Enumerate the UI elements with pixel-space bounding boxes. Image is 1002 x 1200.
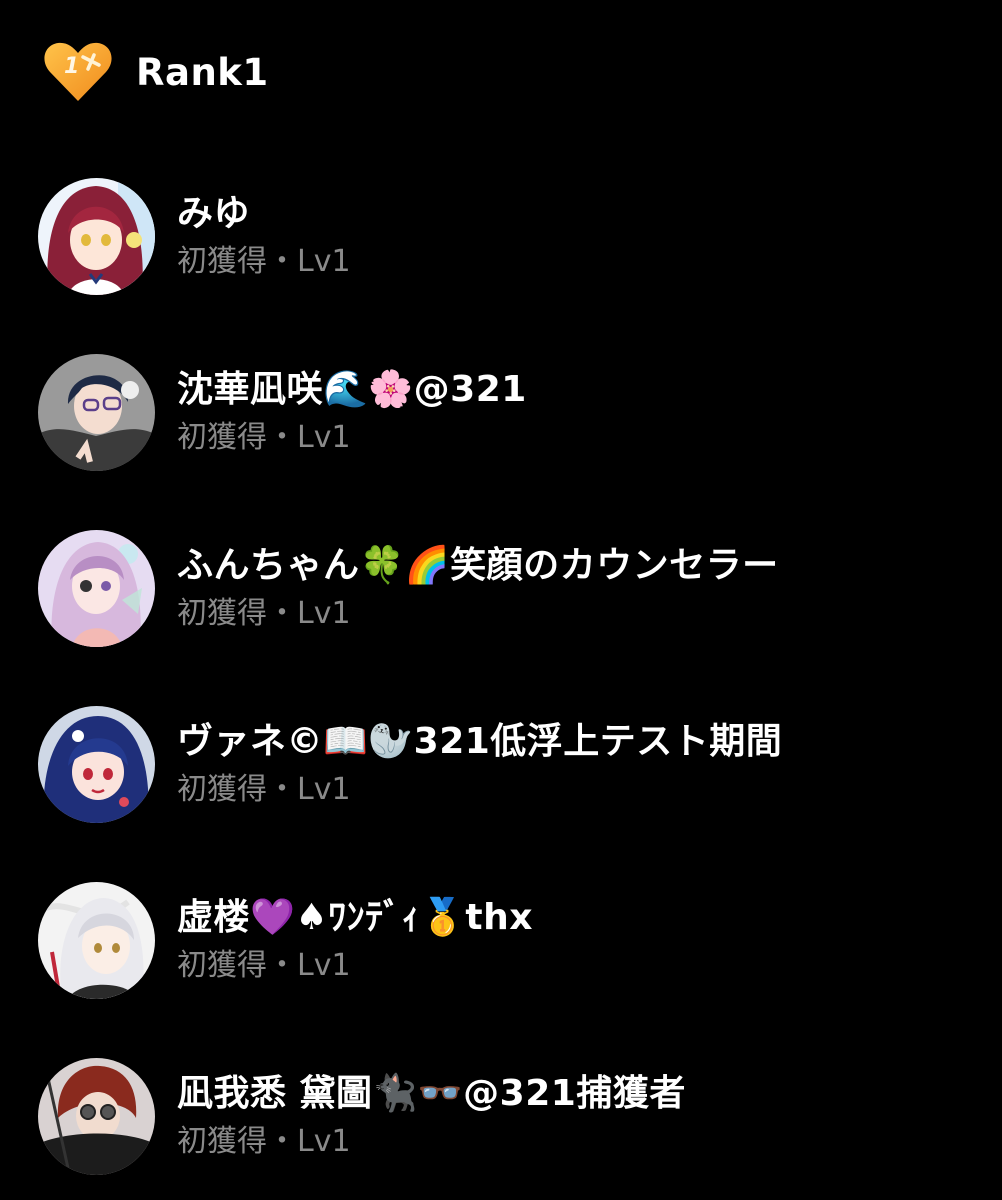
- user-acquisition-level: 初獲得・Lv1: [177, 420, 351, 455]
- avatar[interactable]: [38, 1057, 155, 1175]
- avatar[interactable]: [38, 529, 155, 647]
- anime-girl-navy-hair-avatar: [38, 705, 155, 823]
- anime-boy-dark-hair-glasses-avatar: [38, 353, 155, 471]
- user-name: みゆ: [177, 193, 251, 234]
- list-item[interactable]: みゆ 初獲得・Lv1: [38, 177, 978, 295]
- anime-white-hair-avatar: [38, 881, 155, 999]
- user-acquisition-level: 初獲得・Lv1: [177, 596, 351, 631]
- avatar[interactable]: [38, 881, 155, 999]
- user-name: 虚楼💜♠ﾜﾝﾃﾞｨ🥇thx: [177, 897, 533, 938]
- user-acquisition-level: 初獲得・Lv1: [177, 772, 351, 807]
- anime-red-hair-goggles-avatar: [38, 1057, 155, 1175]
- list-item[interactable]: 沈華凪咲🌊🌸@321 初獲得・Lv1: [38, 353, 978, 471]
- user-name: ふんちゃん🍀🌈笑顔のカウンセラー: [177, 545, 779, 586]
- avatar[interactable]: [38, 353, 155, 471]
- user-acquisition-level: 初獲得・Lv1: [177, 1124, 351, 1159]
- user-acquisition-level: 初獲得・Lv1: [177, 244, 351, 279]
- avatar[interactable]: [38, 705, 155, 823]
- list-item[interactable]: 虚楼💜♠ﾜﾝﾃﾞｨ🥇thx 初獲得・Lv1: [38, 881, 978, 999]
- list-item[interactable]: ふんちゃん🍀🌈笑顔のカウンセラー 初獲得・Lv1: [38, 529, 978, 647]
- list-item[interactable]: 凪我悉 黛圖🐈‍⬛👓@321捕獲者 初獲得・Lv1: [38, 1057, 978, 1175]
- user-name: ヴァネ©📖🦭321低浮上テスト期間: [177, 721, 783, 762]
- avatar[interactable]: [38, 177, 155, 295]
- anime-pink-hair-eyepatch-avatar: [38, 529, 155, 647]
- user-name: 沈華凪咲🌊🌸@321: [177, 369, 527, 410]
- user-list: みゆ 初獲得・Lv1 沈華凪咲🌊🌸@321 初獲得・Lv1 ふんちゃん🍀🌈笑顔の…: [0, 0, 1002, 1200]
- anime-girl-red-hair-avatar: [38, 177, 155, 295]
- user-acquisition-level: 初獲得・Lv1: [177, 948, 351, 983]
- list-item[interactable]: ヴァネ©📖🦭321低浮上テスト期間 初獲得・Lv1: [38, 705, 978, 823]
- user-name: 凪我悉 黛圖🐈‍⬛👓@321捕獲者: [177, 1073, 686, 1114]
